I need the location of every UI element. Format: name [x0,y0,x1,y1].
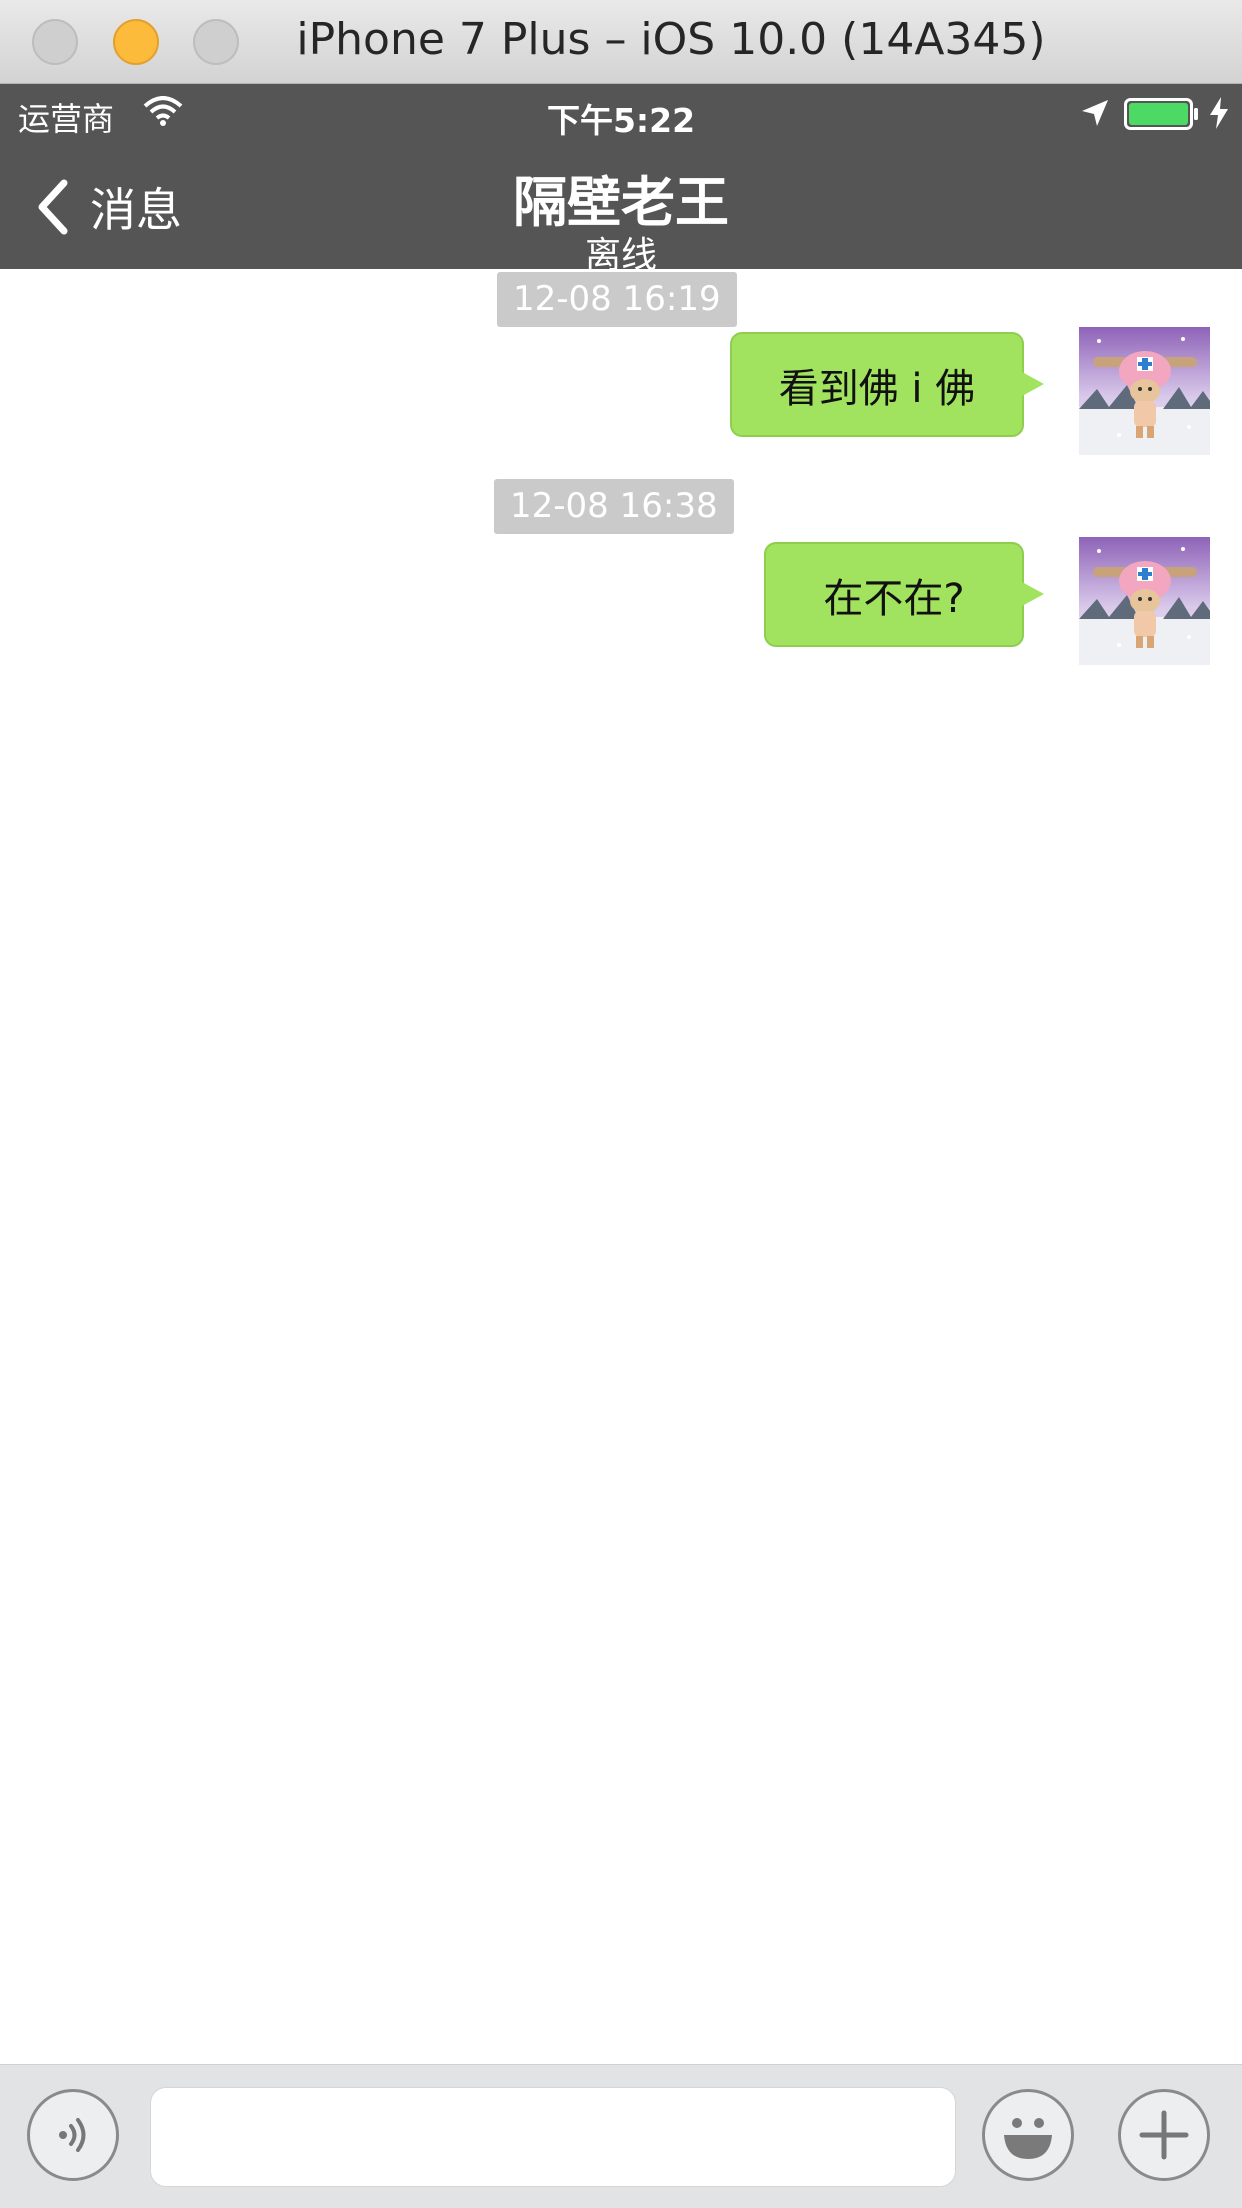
window-minimize-button[interactable] [113,19,159,65]
message-bubble[interactable]: 在不在? [764,542,1044,647]
window-close-button[interactable] [32,19,78,65]
charging-bolt-icon [1210,97,1228,129]
emoji-button[interactable] [982,2089,1074,2181]
message-bubble[interactable]: 看到佛 i 佛 [730,332,1044,437]
status-time: 下午5:22 [546,101,696,140]
plus-icon [1139,2110,1189,2160]
avatar[interactable] [1079,327,1210,455]
message-timestamp: 12-08 16:38 [494,479,734,534]
message-text: 看到佛 i 佛 [778,365,976,412]
message-text: 在不在? [823,575,965,622]
status-bar: 运营商 下午5:22 [0,84,1242,142]
message-timestamp: 12-08 16:19 [497,272,737,327]
emoji-icon [1004,2118,1052,2159]
voice-button[interactable] [27,2089,119,2181]
battery-icon [1124,98,1198,130]
window-title: iPhone 7 Plus – iOS 10.0 (14A345) [296,14,1046,65]
add-attachment-button[interactable] [1118,2089,1210,2181]
chat-message-list[interactable]: 12-08 16:19 看到佛 i 佛 12-08 16:38 在不在? [0,269,1242,2064]
input-toolbar [0,2064,1242,2208]
location-arrow-icon [1082,100,1108,126]
window-titlebar: iPhone 7 Plus – iOS 10.0 (14A345) [0,0,1242,84]
avatar[interactable] [1079,537,1210,665]
message-input[interactable] [150,2087,956,2187]
voice-icon [59,2118,86,2152]
navigation-bar: 消息 隔壁老王 离线 [0,142,1242,276]
